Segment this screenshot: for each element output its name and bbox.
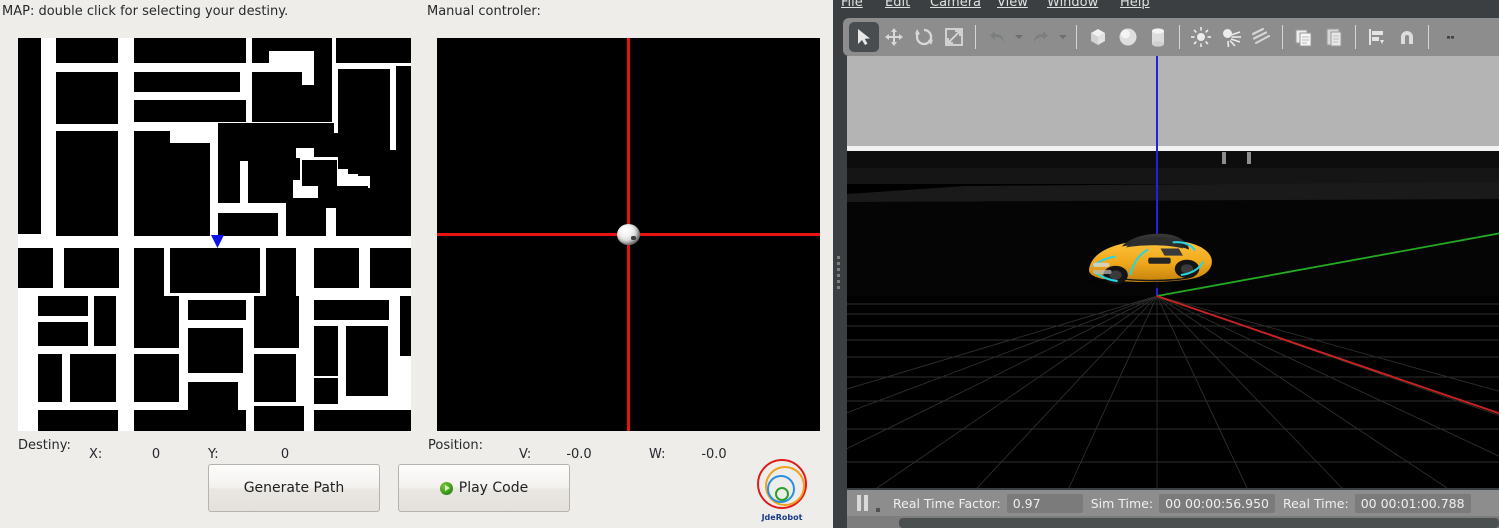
play-icon	[439, 481, 453, 495]
sphere-icon[interactable]	[1113, 22, 1143, 52]
position-v-value: -0.0	[566, 447, 592, 462]
copy-icon[interactable]	[1289, 22, 1319, 52]
redo-dropdown-caret-icon[interactable]	[1056, 22, 1070, 52]
jderobot-logo: JdeRobot	[754, 458, 810, 522]
position-v-label: V:	[519, 447, 532, 462]
snap-magnet-icon[interactable]	[1392, 22, 1422, 52]
step-icon[interactable]	[871, 494, 885, 512]
destiny-x-value: 0	[151, 447, 161, 462]
teleop-gui-window: MAP: double click for selecting your des…	[0, 0, 833, 528]
map-instruction-label: MAP: double click for selecting your des…	[2, 4, 289, 19]
toolbar-separator	[1076, 25, 1077, 49]
jderobot-wordmark: JdeRobot	[761, 513, 803, 522]
pause-icon[interactable]	[853, 494, 871, 512]
menu-edit[interactable]: Edit	[885, 0, 910, 10]
undo-dropdown-caret-icon[interactable]	[1012, 22, 1026, 52]
play-code-label: Play Code	[458, 480, 529, 496]
translate-move-icon[interactable]	[879, 22, 909, 52]
position-w-label: W:	[649, 447, 666, 462]
scale-resize-icon[interactable]	[939, 22, 969, 52]
real-time-label: Real Time:	[1282, 495, 1349, 511]
play-code-button[interactable]: Play Code	[398, 464, 570, 512]
undo-icon[interactable]	[982, 22, 1012, 52]
map-canvas[interactable]	[18, 38, 411, 431]
position-label: Position:	[428, 438, 483, 453]
gazebo-bottom-bar	[847, 516, 1499, 528]
destiny-y-value: 0	[280, 447, 290, 462]
toolbar-separator	[1355, 25, 1356, 49]
gazebo-toolbar	[843, 18, 1499, 56]
sim-time-label: Sim Time:	[1090, 495, 1154, 511]
gazebo-window: File Edit Camera View Window Help Real T…	[833, 0, 1499, 528]
splitter-grip-icon	[837, 256, 840, 289]
destiny-label: Destiny:	[18, 438, 71, 453]
toolbar-separator	[975, 25, 976, 49]
toolbar-separator	[1428, 25, 1429, 49]
real-time-factor-label: Real Time Factor:	[893, 495, 1001, 511]
destiny-x-label: X:	[89, 447, 103, 462]
generate-path-button[interactable]: Generate Path	[208, 464, 380, 512]
menu-camera[interactable]: Camera	[930, 0, 981, 10]
spot-light-icon[interactable]	[1216, 22, 1246, 52]
gazebo-viewport-splitter[interactable]	[833, 56, 847, 488]
align-icon[interactable]	[1362, 22, 1392, 52]
real-time-value: 00 00:01:00.788	[1354, 493, 1471, 513]
gazebo-bottom-track[interactable]	[899, 518, 1499, 528]
select-arrow-icon[interactable]	[849, 22, 879, 52]
menu-help[interactable]: Help	[1120, 0, 1150, 10]
toolbar-separator	[1282, 25, 1283, 49]
generate-path-label: Generate Path	[243, 480, 345, 496]
box-icon[interactable]	[1083, 22, 1113, 52]
point-light-icon[interactable]	[1186, 22, 1216, 52]
screen: MAP: double click for selecting your des…	[0, 0, 1499, 528]
manual-controller-canvas[interactable]	[437, 38, 820, 431]
gazebo-3d-viewport[interactable]	[847, 56, 1499, 488]
more-options-icon[interactable]	[1435, 22, 1465, 52]
menu-window[interactable]: Window	[1047, 0, 1098, 10]
destiny-y-label: Y:	[208, 447, 219, 462]
toolbar-separator	[1179, 25, 1180, 49]
sim-time-value: 00 00:00:56.950	[1159, 493, 1275, 513]
joystick-knob[interactable]	[617, 224, 640, 245]
rotate-icon[interactable]	[909, 22, 939, 52]
real-time-factor-value: 0.97	[1006, 493, 1083, 513]
cylinder-icon[interactable]	[1143, 22, 1173, 52]
redo-icon[interactable]	[1026, 22, 1056, 52]
menu-view[interactable]: View	[997, 0, 1028, 10]
manual-controller-label: Manual controler:	[427, 4, 541, 19]
directional-light-icon[interactable]	[1246, 22, 1276, 52]
menu-file[interactable]: File	[841, 0, 863, 10]
gazebo-menubar: File Edit Camera View Window Help	[833, 0, 1499, 14]
paste-icon[interactable]	[1319, 22, 1349, 52]
position-w-value: -0.0	[701, 447, 727, 462]
gazebo-statusbar: Real Time Factor: 0.97 Sim Time: 00 00:0…	[847, 490, 1499, 516]
